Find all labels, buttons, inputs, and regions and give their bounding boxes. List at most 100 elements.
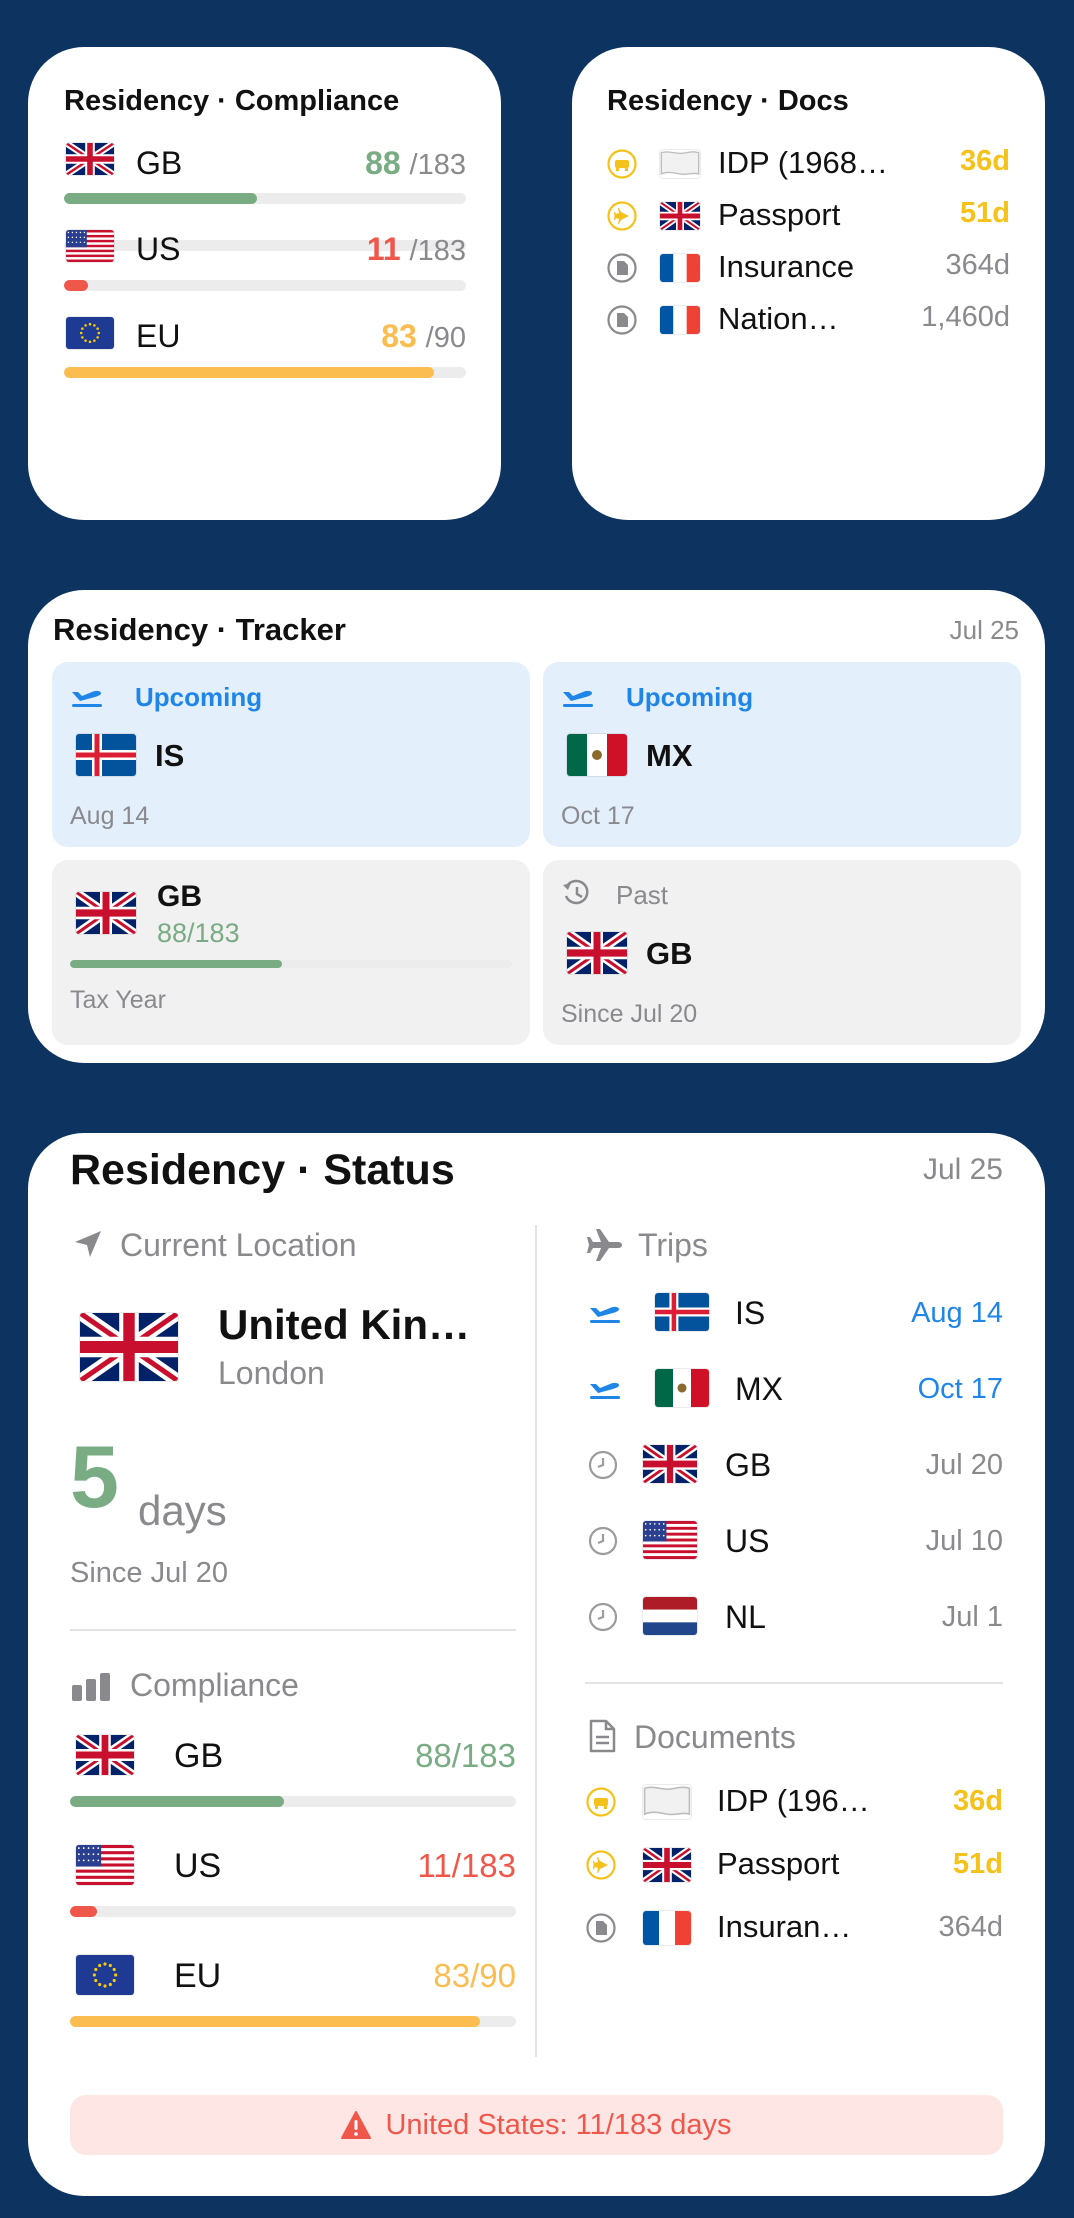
eu-flag-icon [66, 317, 114, 349]
tile-upcoming-is[interactable]: Upcoming IS Aug 14 [52, 662, 530, 847]
widget-date: Jul 25 [949, 615, 1019, 645]
document-name: IDP (196… [717, 1783, 870, 1818]
departure-icon [588, 1298, 622, 1328]
gb-progress-bar [64, 193, 466, 204]
tracker-widget[interactable]: Residency · Tracker Jul 25 Upcoming IS A… [28, 590, 1045, 1063]
document-days: 51d [960, 197, 1010, 229]
compliance-widget[interactable]: Residency · Compliance GB 88 /183 US 11 … [28, 47, 501, 520]
tile-label: Upcoming [135, 682, 263, 712]
gb-flag-icon [66, 143, 114, 175]
us-flag-icon [643, 1521, 697, 1559]
tile-upcoming-mx[interactable]: Upcoming MX Oct 17 [543, 662, 1021, 847]
document-name: Insuran… [717, 1909, 852, 1944]
day-count: 88 /183 [365, 145, 466, 182]
days-number: 5 [70, 1427, 119, 1526]
gb-progress-fill [70, 1796, 285, 1807]
gb-flag-icon [643, 1445, 697, 1483]
country-code: GB [646, 936, 693, 971]
trip-country-code: US [725, 1523, 770, 1559]
document-name: Insurance [718, 249, 855, 284]
document-days: 51d [953, 1848, 1003, 1880]
car-icon [607, 149, 637, 179]
document-name: Passport [717, 1846, 840, 1881]
tile-sub: Tax Year [70, 986, 166, 1014]
country-code: EU [136, 318, 181, 354]
alert-text: United States: 11/183 days [385, 2108, 732, 2141]
document-icon [588, 1719, 616, 1753]
gb-flag-icon [643, 1848, 691, 1882]
clock-icon [588, 1450, 622, 1480]
compliance-value: 88/183 [415, 1737, 516, 1774]
gb-flag-icon [76, 892, 136, 934]
trip-country-code: IS [735, 1295, 766, 1331]
days-limit: /183 [409, 235, 466, 267]
trip-date: Oct 17 [917, 1373, 1003, 1405]
gb-flag-icon [567, 932, 627, 974]
plane-icon [607, 201, 637, 231]
fr-flag-icon [660, 254, 700, 282]
trips-label: Trips [638, 1227, 708, 1263]
trip-country-code: NL [725, 1599, 766, 1635]
departure-icon [70, 682, 104, 708]
days-used: 83 [381, 318, 417, 354]
clock-icon [588, 1602, 622, 1632]
gb-flag-icon [660, 202, 700, 230]
us-progress-fill [70, 1906, 97, 1917]
tile-value: 88/183 [157, 918, 240, 948]
document-days: 1,460d [921, 301, 1010, 333]
day-count: 83 /90 [381, 318, 466, 355]
document-days: 364d [938, 1911, 1003, 1943]
clock-icon [588, 1526, 622, 1556]
current-location-label: Current Location [120, 1227, 357, 1263]
tile-stat-gb[interactable]: GB 88/183 Tax Year [52, 860, 530, 1045]
gb-flag-icon [76, 1735, 134, 1775]
document-days: 36d [953, 1785, 1003, 1817]
days-limit: /90 [425, 322, 466, 354]
mx-flag-icon [567, 734, 627, 776]
trip-date: Aug 14 [911, 1297, 1003, 1329]
is-flag-icon [655, 1293, 709, 1331]
plane-icon [586, 1850, 616, 1880]
white-flag-icon [660, 150, 700, 178]
tile-past-gb[interactable]: Past GB Since Jul 20 [543, 860, 1021, 1045]
warning-icon [341, 2111, 372, 2139]
country-code: US [174, 1847, 222, 1885]
fr-flag-icon [643, 1911, 691, 1945]
widget-title: Residency · Docs [607, 85, 849, 117]
location-arrow-icon [72, 1228, 104, 1260]
tile-label: Past [616, 880, 669, 910]
trip-country-code: MX [735, 1371, 783, 1407]
alert-banner[interactable]: United States: 11/183 days [70, 2095, 1003, 2155]
tile-sub: Since Jul 20 [561, 1000, 698, 1028]
days-limit: /183 [409, 149, 466, 181]
nl-flag-icon [643, 1597, 697, 1635]
gb-progress-bar [70, 1796, 516, 1807]
tile-sub: Aug 14 [70, 802, 150, 830]
document-icon [607, 305, 637, 335]
departure-icon [588, 1374, 622, 1404]
status-widget[interactable]: Residency · Status Jul 25 Current Locati… [28, 1133, 1045, 2196]
is-flag-icon [76, 734, 136, 776]
us-flag-icon [66, 230, 114, 262]
docs-widget[interactable]: Residency · Docs IDP (1968… 36d Passport… [572, 47, 1045, 520]
eu-progress-bar [70, 2016, 516, 2027]
tile-sub: Oct 17 [561, 802, 635, 830]
us-progress-fill [64, 280, 89, 291]
since-date: Since Jul 20 [70, 1557, 228, 1589]
departure-icon [561, 682, 595, 708]
history-icon [561, 878, 591, 908]
bar-chart-icon [72, 1673, 112, 1701]
widget-title: Residency · Tracker [53, 612, 346, 647]
divider [70, 1629, 516, 1631]
country-code: GB [136, 145, 183, 181]
divider [585, 1682, 1003, 1684]
compliance-value: 11/183 [417, 1847, 516, 1884]
widget-title: Residency · Compliance [64, 85, 400, 117]
country-code: GB [174, 1737, 224, 1775]
mx-flag-icon [655, 1369, 709, 1407]
tile-label: Upcoming [626, 682, 754, 712]
gb-progress-bar [70, 960, 512, 968]
eu-progress-fill [70, 2016, 481, 2027]
document-name: Nation… [718, 301, 839, 336]
widget-date: Jul 25 [922, 1153, 1003, 1186]
